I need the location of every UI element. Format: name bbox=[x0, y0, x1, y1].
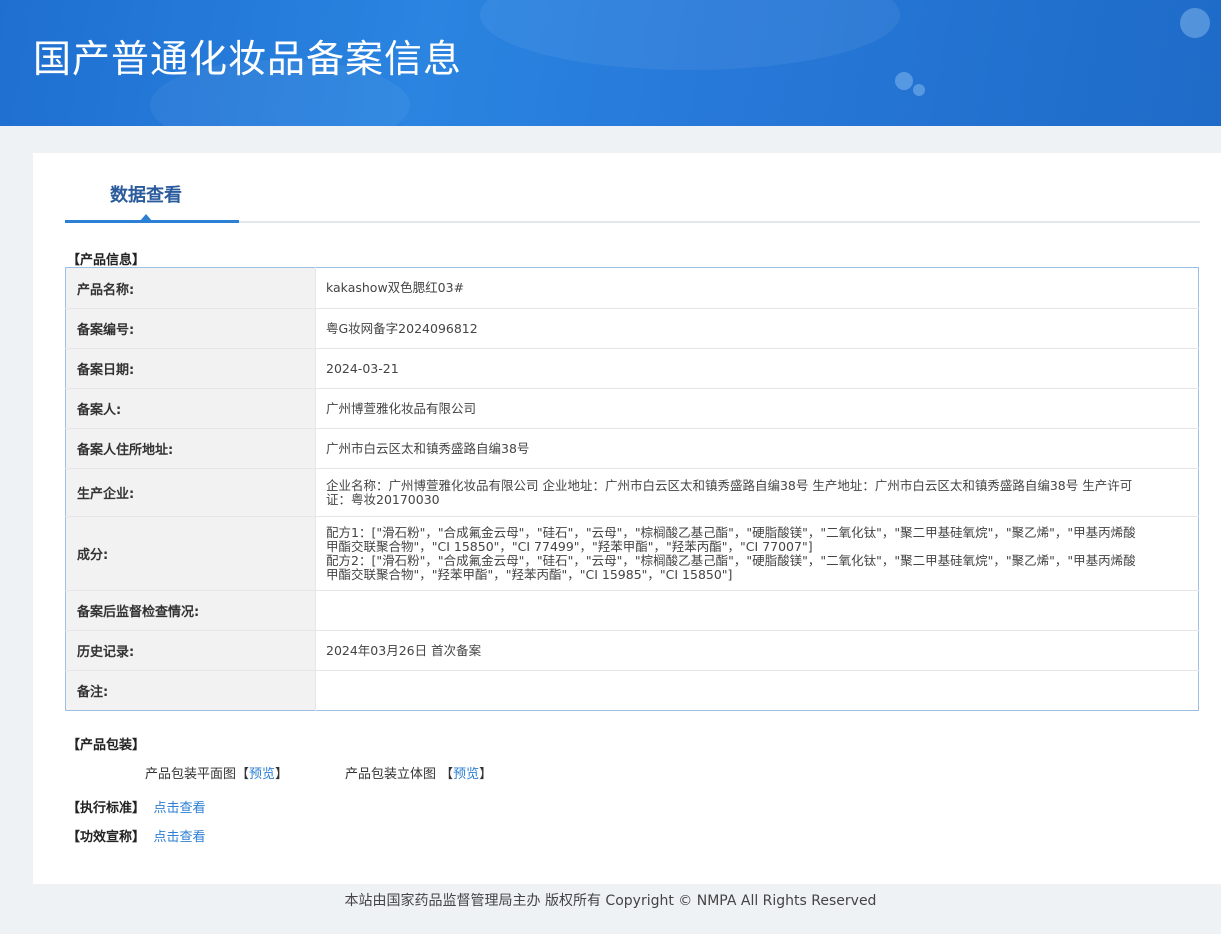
banner-dot bbox=[913, 84, 925, 96]
efficacy-label: 【功效宣称】 bbox=[67, 830, 146, 845]
tab-caret-icon bbox=[140, 214, 152, 221]
tab-data-view[interactable]: 数据查看 bbox=[110, 181, 182, 207]
row-value: 广州市白云区太和镇秀盛路自编38号 bbox=[315, 428, 1199, 469]
row-label: 备案日期: bbox=[65, 348, 316, 389]
row-label: 备案编号: bbox=[65, 308, 316, 349]
row-value: 2024年03月26日 首次备案 bbox=[315, 630, 1199, 671]
table-row: 成分: 配方1：["滑石粉"，"合成氟金云母"，"硅石"，"云母"，"棕榈酸乙基… bbox=[65, 516, 1199, 591]
standard-view-link[interactable]: 点击查看 bbox=[154, 801, 206, 816]
row-label: 备案人: bbox=[65, 388, 316, 429]
banner-dot bbox=[1180, 8, 1210, 38]
row-label: 历史记录: bbox=[65, 630, 316, 671]
table-row: 备案人: 广州博萱雅化妆品有限公司 bbox=[65, 388, 1199, 429]
table-row: 备案编号: 粤G妆网备字2024096812 bbox=[65, 308, 1199, 349]
efficacy-section: 【功效宣称】 点击查看 bbox=[67, 826, 206, 845]
packaging-solid-item: 产品包装立体图 【预览】 bbox=[345, 767, 493, 782]
banner-dot bbox=[895, 72, 913, 90]
row-value: kakashow双色腮红03# bbox=[326, 280, 465, 295]
packaging-solid-preview-link[interactable]: 预览 bbox=[453, 767, 479, 782]
packaging-flat-label: 产品包装平面图 bbox=[145, 767, 237, 782]
product-info-table: 产品名称: kakashow双色腮红03# 备案编号: 粤G妆网备字202409… bbox=[65, 267, 1199, 711]
table-row: 备案人住所地址: 广州市白云区太和镇秀盛路自编38号 bbox=[65, 428, 1199, 469]
row-value: 粤G妆网备字2024096812 bbox=[315, 308, 1199, 349]
table-row: 备案后监督检查情况: bbox=[65, 590, 1199, 631]
formula-2: 配方2：["滑石粉"，"合成氟金云母"，"硅石"，"云母"，"棕榈酸乙基己酯"，… bbox=[326, 552, 1136, 582]
content-card: 数据查看 【产品信息】 产品名称: kakashow双色腮红03# 备案编号: … bbox=[33, 153, 1221, 884]
packaging-section-title: 【产品包装】 bbox=[67, 738, 146, 753]
banner-decoration bbox=[480, 0, 900, 70]
row-value: 企业名称：广州博萱雅化妆品有限公司 企业地址：广州市白云区太和镇秀盛路自编38号… bbox=[315, 468, 1199, 517]
header-banner: 国产普通化妆品备案信息 bbox=[0, 0, 1221, 126]
efficacy-view-link[interactable]: 点击查看 bbox=[154, 830, 206, 845]
formula-1: 配方1：["滑石粉"，"合成氟金云母"，"硅石"，"云母"，"棕榈酸乙基己酯"，… bbox=[326, 524, 1136, 554]
row-value: 广州博萱雅化妆品有限公司 bbox=[315, 388, 1199, 429]
row-value: 2024-03-21 bbox=[315, 348, 1199, 389]
footer-copyright: 本站由国家药品监督管理局主办 版权所有 Copyright © NMPA All… bbox=[344, 893, 877, 909]
standard-section: 【执行标准】 点击查看 bbox=[67, 797, 206, 816]
table-row: 备案日期: 2024-03-21 bbox=[65, 348, 1199, 389]
row-value bbox=[315, 590, 1199, 631]
row-value: 配方1：["滑石粉"，"合成氟金云母"，"硅石"，"云母"，"棕榈酸乙基己酯"，… bbox=[315, 516, 1199, 591]
table-row: 生产企业: 企业名称：广州博萱雅化妆品有限公司 企业地址：广州市白云区太和镇秀盛… bbox=[65, 468, 1199, 517]
row-label: 生产企业: bbox=[65, 468, 316, 517]
row-label: 备案后监督检查情况: bbox=[65, 590, 316, 631]
packaging-flat-preview-link[interactable]: 预览 bbox=[249, 767, 275, 782]
table-row: 产品名称: kakashow双色腮红03# bbox=[65, 267, 1199, 309]
packaging-solid-label: 产品包装立体图 bbox=[345, 767, 437, 782]
row-label: 产品名称: bbox=[65, 267, 316, 309]
row-label: 备注: bbox=[65, 670, 316, 711]
table-row: 历史记录: 2024年03月26日 首次备案 bbox=[65, 630, 1199, 671]
row-value bbox=[315, 670, 1199, 711]
tab-active-indicator bbox=[65, 220, 239, 223]
standard-label: 【执行标准】 bbox=[67, 801, 146, 816]
row-label: 备案人住所地址: bbox=[65, 428, 316, 469]
table-row: 备注: bbox=[65, 670, 1199, 711]
product-info-section-title: 【产品信息】 bbox=[67, 253, 146, 268]
row-label: 成分: bbox=[65, 516, 316, 591]
page-title: 国产普通化妆品备案信息 bbox=[33, 37, 463, 81]
packaging-flat-item: 产品包装平面图【预览】 bbox=[145, 767, 289, 782]
